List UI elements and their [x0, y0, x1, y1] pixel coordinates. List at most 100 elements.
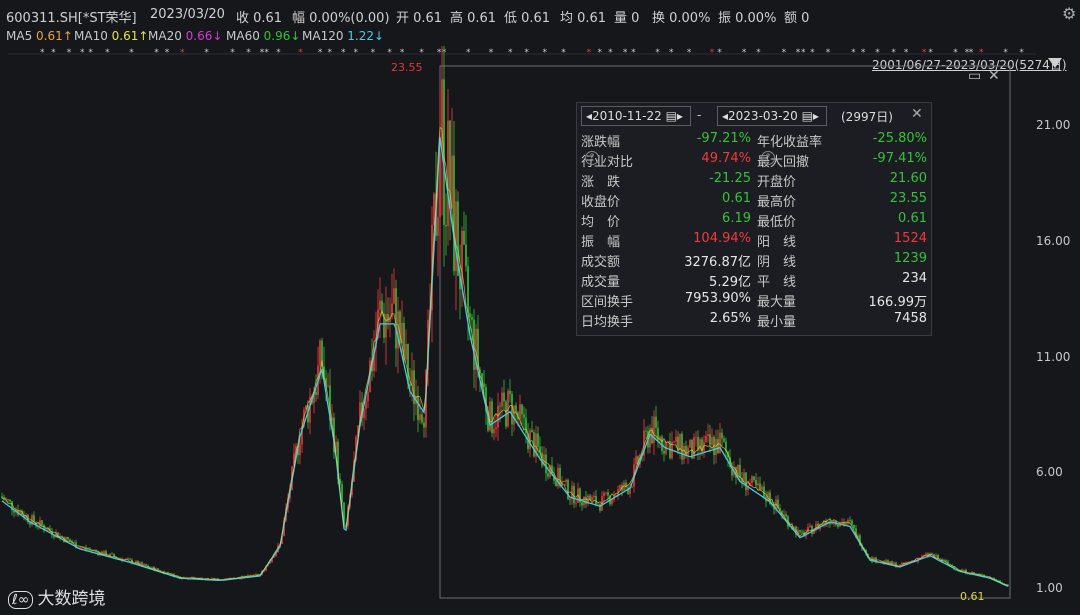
candle-body: [599, 503, 601, 511]
event-marker[interactable]: *: [851, 48, 856, 58]
event-marker[interactable]: *: [969, 48, 974, 58]
event-marker[interactable]: *: [400, 48, 405, 58]
event-marker[interactable]: *: [875, 48, 880, 58]
ma20: MA20 0.66↓: [148, 29, 223, 43]
candle-body: [465, 244, 467, 267]
event-marker[interactable]: *: [669, 48, 674, 58]
help-icon[interactable]: ?: [585, 151, 599, 165]
ma60: MA60 0.96↓: [226, 29, 301, 43]
end-date-picker[interactable]: ◂2023-03-20 ▤▸: [717, 106, 827, 126]
stat-value: -21.25: [709, 171, 751, 186]
event-marker[interactable]: *: [419, 48, 424, 58]
event-marker[interactable]: *: [318, 48, 323, 58]
close-icon[interactable]: ✕: [911, 106, 923, 122]
event-marker[interactable]: *: [1003, 48, 1008, 58]
candle-body: [41, 520, 43, 526]
event-marker[interactable]: *: [904, 48, 909, 58]
event-marker[interactable]: *: [298, 48, 303, 58]
event-marker[interactable]: *: [51, 48, 56, 58]
event-marker[interactable]: *: [608, 48, 613, 58]
event-marker[interactable]: *: [354, 48, 359, 58]
stat-value: 234: [902, 271, 927, 286]
candle-body: [753, 476, 755, 480]
y-tick-21: 21.00: [1036, 118, 1071, 132]
event-marker[interactable]: *: [742, 48, 747, 58]
candle-body: [545, 454, 547, 474]
candle-body: [963, 569, 965, 572]
event-marker[interactable]: *: [246, 48, 251, 58]
quote-header: 600311.SH[*ST荣华] 2023/03/20 收 0.61 幅 0.0…: [0, 0, 1080, 28]
high-price: 高 0.61: [450, 11, 497, 26]
gear-icon[interactable]: ⚙: [1062, 4, 1080, 23]
event-marker[interactable]: *: [979, 48, 984, 58]
event-marker[interactable]: *: [230, 48, 235, 58]
event-marker[interactable]: *: [524, 48, 529, 58]
event-marker[interactable]: *: [810, 48, 815, 58]
candle-body: [893, 562, 895, 565]
event-marker[interactable]: *: [341, 48, 346, 58]
maximize-icon[interactable]: ▭: [968, 68, 981, 84]
event-marker[interactable]: *: [826, 48, 831, 58]
event-marker[interactable]: *: [180, 48, 185, 58]
event-marker[interactable]: *: [129, 48, 134, 58]
event-marker[interactable]: *: [165, 48, 170, 58]
event-marker[interactable]: *: [543, 48, 548, 58]
candle-body: [299, 444, 301, 456]
stock-code[interactable]: 600311.SH[*ST荣华]: [6, 7, 137, 26]
stat-value: 0.61: [722, 191, 751, 206]
event-marker[interactable]: *: [387, 48, 392, 58]
event-marker[interactable]: *: [371, 48, 376, 58]
candle-body: [483, 383, 485, 388]
event-marker[interactable]: *: [264, 48, 269, 58]
event-marker[interactable]: *: [80, 48, 85, 58]
event-marker[interactable]: *: [801, 48, 806, 58]
amount: 额 0: [784, 11, 810, 26]
event-marker[interactable]: *: [88, 48, 93, 58]
event-marker[interactable]: *: [922, 48, 927, 58]
event-marker[interactable]: *: [782, 48, 787, 58]
stat-row: 日均换手 2.65% 最小量 7458: [581, 311, 927, 330]
candle-body: [503, 392, 505, 402]
event-marker[interactable]: *: [67, 48, 72, 58]
event-marker[interactable]: *: [631, 48, 636, 58]
event-marker[interactable]: *: [687, 48, 692, 58]
event-marker[interactable]: *: [276, 48, 281, 58]
event-marker[interactable]: *: [623, 48, 628, 58]
event-marker[interactable]: *: [717, 48, 722, 58]
event-marker[interactable]: *: [508, 48, 513, 58]
event-marker[interactable]: *: [587, 48, 592, 58]
candle-body: [67, 537, 69, 540]
avg-price: 均 0.61: [560, 11, 607, 26]
event-marker[interactable]: *: [861, 48, 866, 58]
event-marker[interactable]: *: [204, 48, 209, 58]
event-marker[interactable]: *: [154, 48, 159, 58]
candle-body: [409, 383, 411, 386]
event-marker[interactable]: *: [796, 48, 801, 58]
start-date-picker[interactable]: ◂2010-11-22 ▤▸: [581, 106, 691, 126]
help-icon[interactable]: ?: [761, 151, 775, 165]
event-marker[interactable]: *: [1019, 48, 1024, 58]
close-icon[interactable]: ✕: [988, 68, 1000, 84]
event-marker[interactable]: *: [489, 48, 494, 58]
event-marker[interactable]: *: [598, 48, 603, 58]
event-marker[interactable]: *: [466, 48, 471, 58]
event-marker[interactable]: *: [891, 48, 896, 58]
watermark-logo: ℓ∞ 大数跨境: [8, 584, 105, 609]
stat-value: -97.21%: [696, 131, 751, 146]
candle-body: [935, 554, 937, 557]
candle-body: [849, 519, 851, 521]
event-marker[interactable]: *: [953, 48, 958, 58]
candle-body: [143, 564, 145, 566]
event-marker[interactable]: *: [105, 48, 110, 58]
event-marker[interactable]: *: [655, 48, 660, 58]
candle-body: [405, 343, 407, 360]
candle-body: [597, 503, 599, 505]
event-marker[interactable]: *: [328, 48, 333, 58]
event-marker[interactable]: *: [710, 48, 715, 58]
candle-body: [489, 401, 491, 431]
event-marker[interactable]: *: [40, 48, 45, 58]
event-marker[interactable]: *: [756, 48, 761, 58]
event-marker[interactable]: *: [928, 48, 933, 58]
candle-body: [575, 502, 577, 504]
event-marker[interactable]: *: [561, 48, 566, 58]
